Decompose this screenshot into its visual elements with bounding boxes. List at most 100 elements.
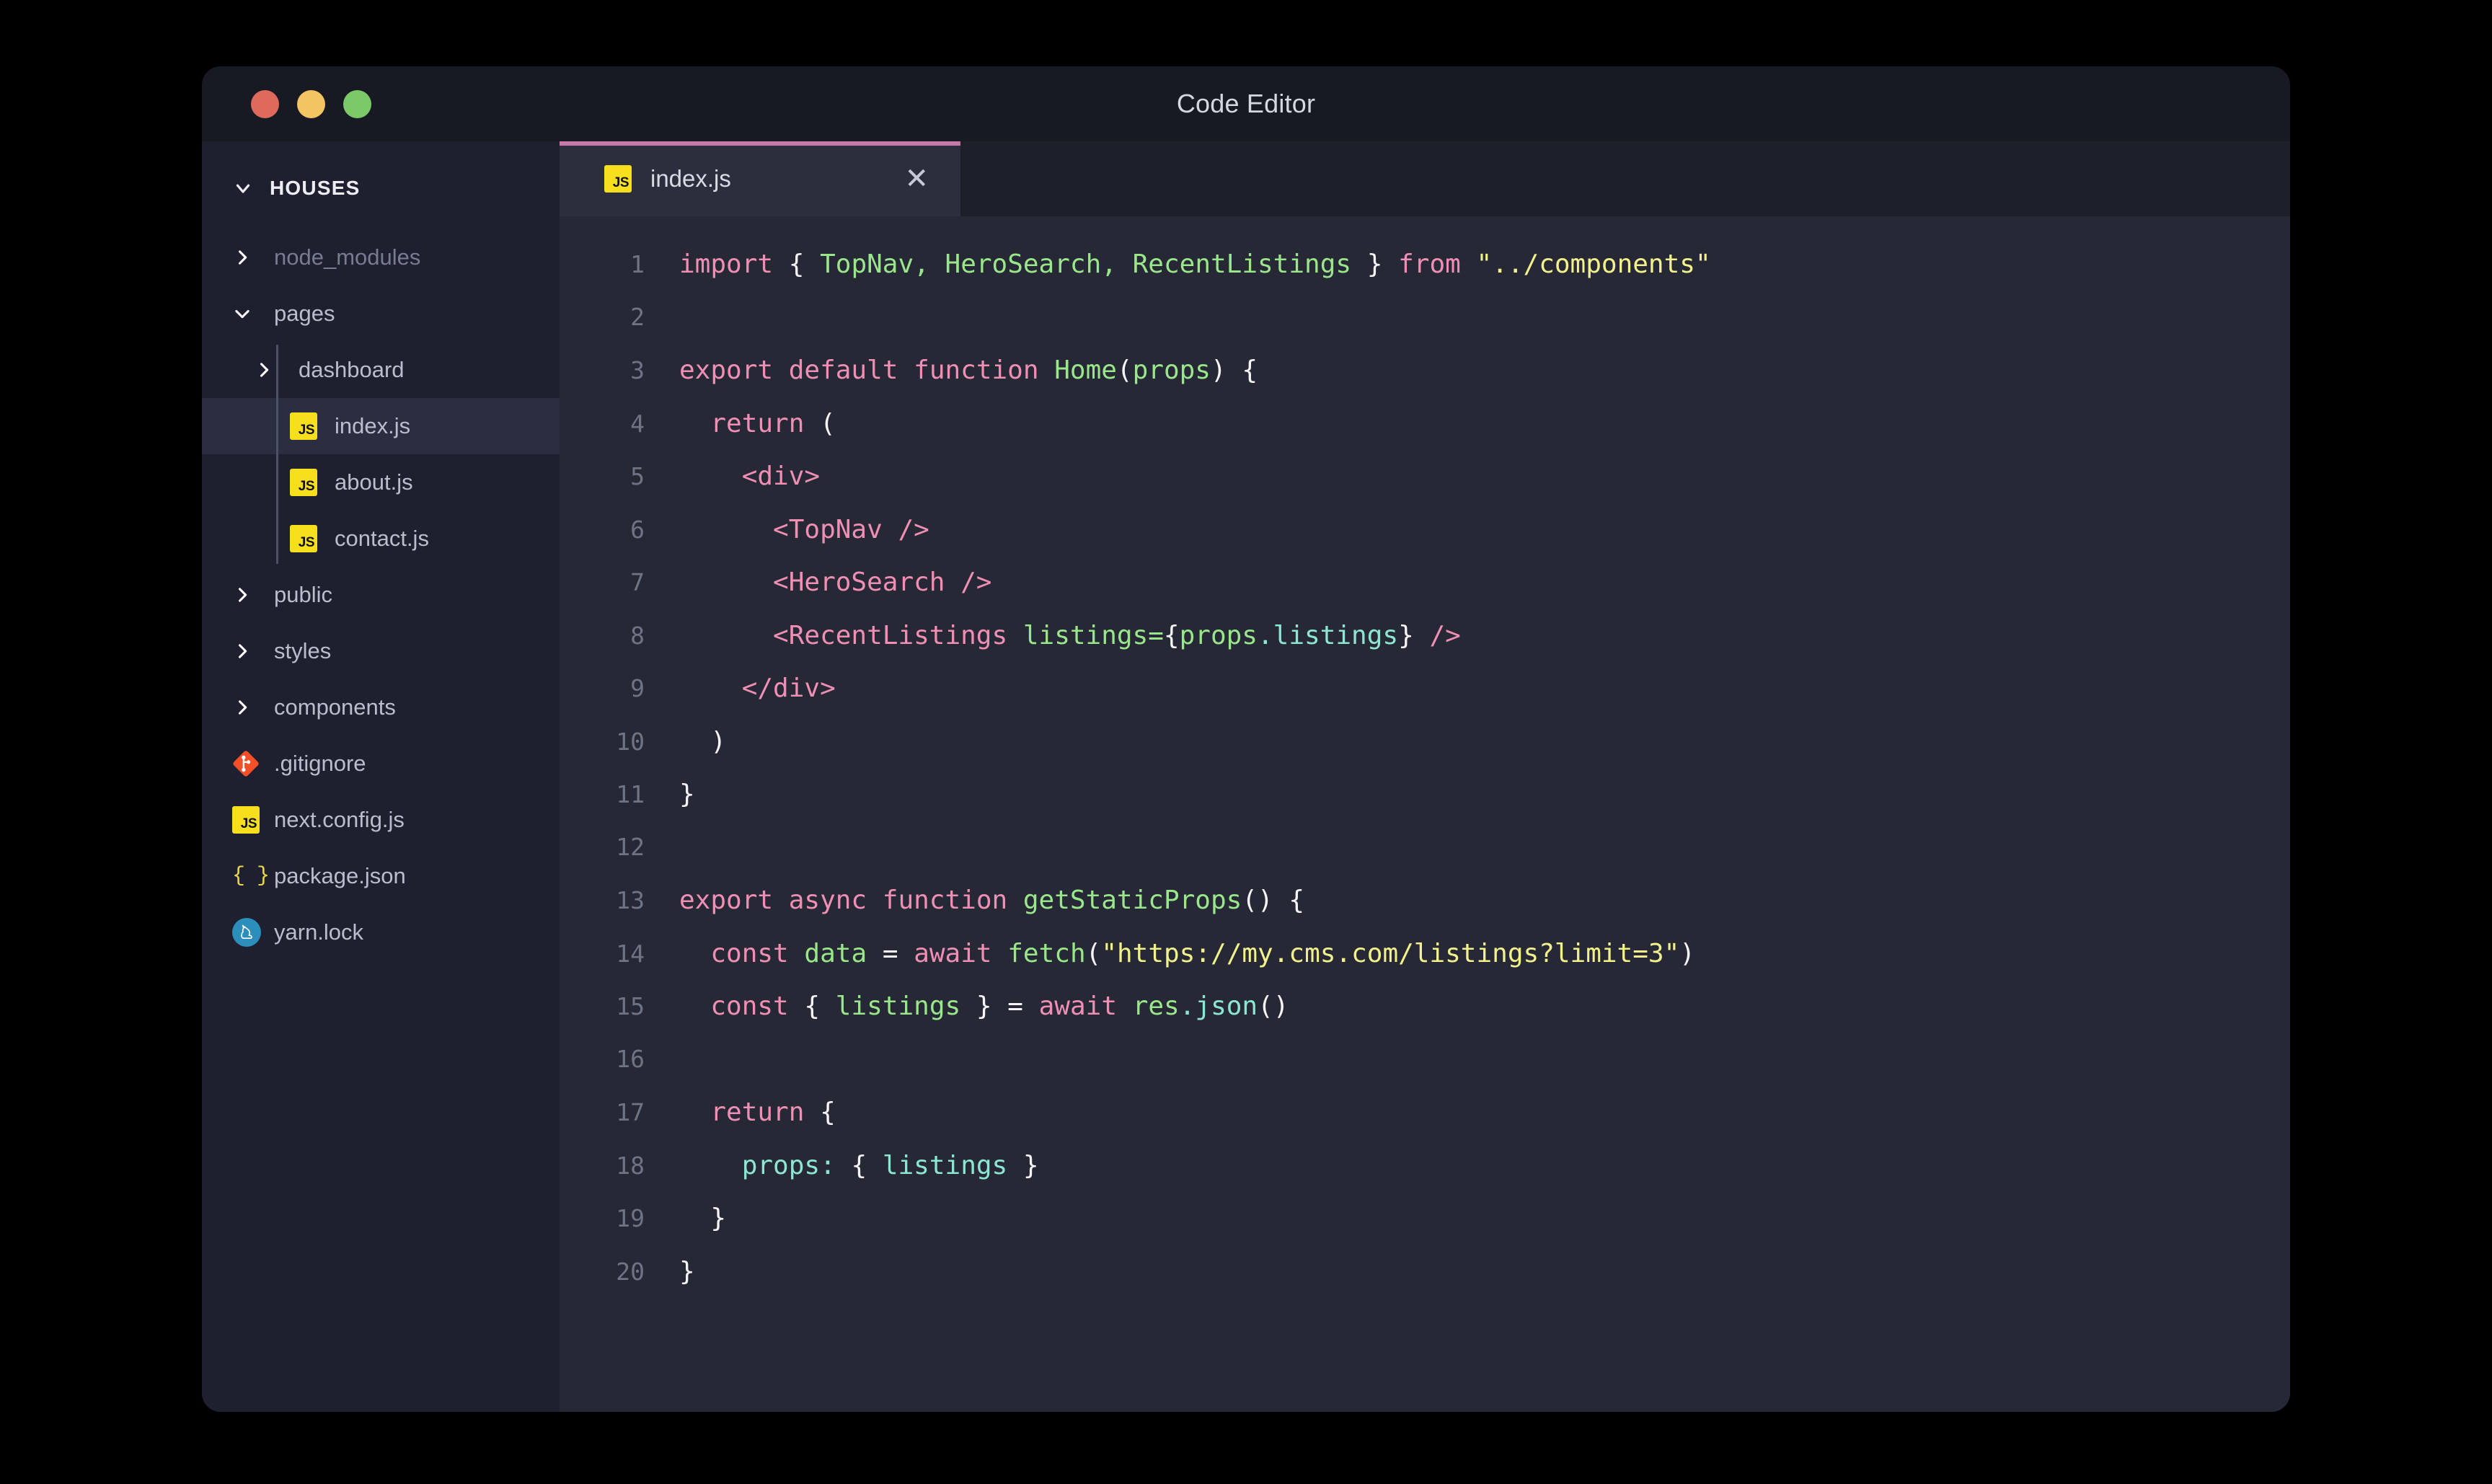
chevron-right-icon[interactable] [254, 360, 291, 380]
line-text[interactable]: <div> [645, 461, 820, 491]
file-tree-item-label: styles [274, 638, 332, 663]
code-token: } [976, 991, 992, 1021]
file-tree-item-pages[interactable]: pages [202, 286, 560, 342]
code-line: 20} [560, 1257, 2290, 1310]
code-token: listings [1022, 620, 1149, 650]
close-window-button[interactable] [251, 89, 279, 118]
file-tree-item-yarn-lock[interactable]: yarn.lock [202, 904, 560, 960]
file-tree-item-node-modules[interactable]: node_modules [202, 229, 560, 286]
code-token: } [710, 1203, 727, 1233]
file-tree-item-label: node_modules [274, 244, 421, 270]
file-tree-item-next-config-js[interactable]: JS next.config.js [202, 792, 560, 848]
line-text[interactable]: ) [645, 727, 726, 756]
code-token: await [1038, 991, 1117, 1021]
chevron-right-icon[interactable] [232, 585, 270, 605]
code-token: listings [882, 1150, 1008, 1180]
code-token: props [1132, 355, 1211, 385]
editor-window: Code Editor HOUSES node_modulespages dash… [202, 66, 2290, 1412]
line-text[interactable]: return { [645, 1097, 835, 1127]
code-token: import [679, 249, 774, 279]
line-number: 7 [630, 568, 645, 596]
minimize-window-button[interactable] [297, 89, 325, 118]
line-text[interactable]: export async function getStaticProps() { [645, 885, 1304, 915]
zoom-window-button[interactable] [343, 89, 371, 118]
line-text[interactable]: <RecentListings listings={props.listings… [645, 621, 1461, 650]
chevron-right-icon[interactable] [232, 641, 270, 661]
line-text[interactable]: export default function Home(props) { [645, 355, 1258, 385]
line-text[interactable]: <TopNav /> [645, 515, 929, 544]
code-token: async [788, 885, 867, 915]
file-tree-item-gitignore[interactable]: .gitignore [202, 736, 560, 792]
line-number: 10 [616, 727, 645, 756]
code-token: return [710, 408, 805, 438]
code-token: { [1289, 885, 1305, 915]
file-tree-item-label: index.js [335, 413, 411, 438]
code-line: 11} [560, 779, 2290, 833]
file-tree-item-contact-js[interactable]: JS contact.js [202, 511, 560, 567]
chevron-right-icon[interactable] [232, 697, 270, 717]
line-number: 14 [616, 939, 645, 968]
line-text[interactable]: props: { listings } [645, 1151, 1039, 1180]
line-text[interactable]: } [645, 1257, 695, 1286]
line-text[interactable]: </div> [645, 673, 836, 703]
explorer-project-header[interactable]: HOUSES [202, 166, 560, 211]
line-text[interactable]: return ( [645, 408, 835, 438]
tab-index-js[interactable]: JS index.js ✕ [560, 141, 960, 216]
line-text[interactable]: const data = await fetch("https://my.cms… [645, 939, 1695, 968]
line-text[interactable]: } [645, 779, 695, 809]
file-tree-item-label: package.json [274, 863, 406, 888]
code-token: getStaticProps [1022, 885, 1242, 915]
file-tree-item-package-json[interactable]: { } package.json [202, 848, 560, 904]
code-line: 17 return { [560, 1097, 2290, 1151]
file-tree-item-public[interactable]: public [202, 567, 560, 623]
file-tree-item-label: .gitignore [274, 751, 366, 776]
file-tree-item-about-js[interactable]: JS about.js [202, 454, 560, 511]
code-token: <RecentListings [773, 620, 1008, 650]
line-number: 19 [616, 1204, 645, 1232]
file-tree-item-styles[interactable]: styles [202, 623, 560, 679]
file-tree-item-dashboard[interactable]: dashboard [202, 342, 560, 398]
code-token: TopNav [820, 249, 914, 279]
line-number: 12 [616, 832, 645, 861]
code-line: 12 [560, 833, 2290, 886]
line-number: 15 [616, 992, 645, 1020]
line-text[interactable]: <HeroSearch /> [645, 567, 991, 597]
file-tree-item-components[interactable]: components [202, 679, 560, 736]
git-file-icon [232, 750, 270, 777]
code-token: ( [1085, 938, 1102, 968]
code-token: ) [1679, 938, 1695, 968]
code-token: , [1101, 249, 1133, 279]
code-line: 13 export async function getStaticProps()… [560, 885, 2290, 939]
window-titlebar: Code Editor [202, 66, 2290, 141]
code-token: fetch [1007, 938, 1086, 968]
code-token: { [804, 991, 821, 1021]
chevron-right-icon[interactable] [232, 247, 270, 268]
close-icon[interactable]: ✕ [904, 164, 929, 193]
code-token: export [679, 355, 774, 385]
code-token: function [914, 355, 1039, 385]
code-token: } [679, 779, 695, 809]
code-token: const [710, 991, 789, 1021]
code-token: from [1398, 249, 1461, 279]
chevron-down-icon[interactable] [232, 304, 270, 324]
editor-tabbar: JS index.js ✕ [560, 141, 2290, 216]
line-text[interactable]: const { listings } = await res.json() [645, 991, 1289, 1021]
line-text[interactable]: import { TopNav, HeroSearch, RecentListi… [645, 249, 1711, 279]
line-text[interactable]: } [645, 1203, 726, 1233]
file-tree-item-index-js[interactable]: JS index.js [202, 398, 560, 454]
code-content[interactable]: 1 import { TopNav, HeroSearch, RecentList… [560, 216, 2290, 1412]
